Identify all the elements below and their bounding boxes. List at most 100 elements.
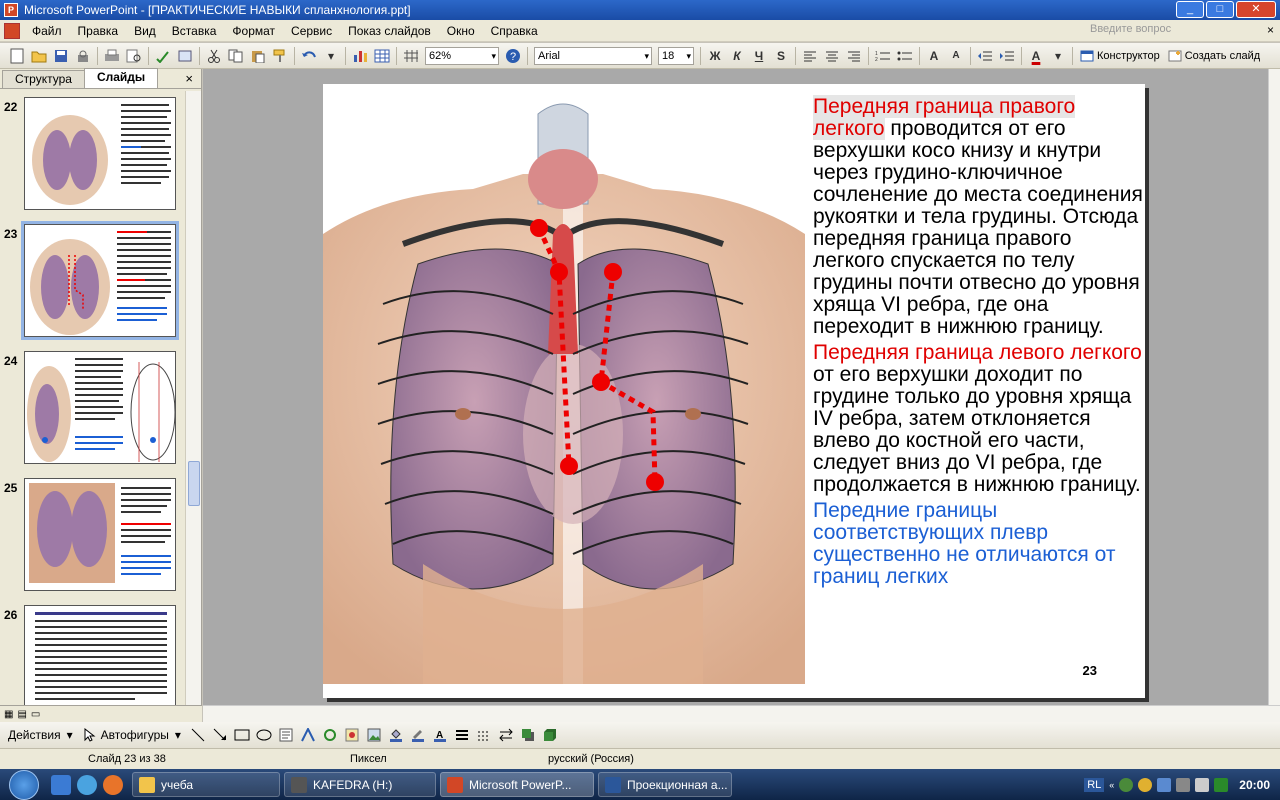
menu-file[interactable]: Файл <box>24 24 70 38</box>
undo-dropdown-icon[interactable]: ▾ <box>322 47 340 65</box>
cut-icon[interactable] <box>205 47 223 65</box>
task-kafedra[interactable]: KAFEDRA (H:) <box>284 772 436 797</box>
slideshow-icon[interactable]: ▭ <box>31 709 40 720</box>
permission-icon[interactable] <box>74 47 92 65</box>
rectangle-icon[interactable] <box>233 726 251 744</box>
panel-close-icon[interactable]: × <box>185 71 193 86</box>
paste-icon[interactable] <box>249 47 267 65</box>
font-size-select[interactable]: 18 <box>658 46 694 65</box>
new-icon[interactable] <box>8 47 26 65</box>
canvas-vertical-scrollbar[interactable] <box>1268 69 1280 705</box>
underline-button[interactable]: Ч <box>750 47 768 65</box>
app-tray-icon[interactable] <box>1214 777 1229 792</box>
spelling-icon[interactable] <box>154 47 172 65</box>
slide-sorter-icon[interactable]: ▤ <box>17 709 26 720</box>
slide-text-box[interactable]: Передняя граница правого легкого проводи… <box>813 95 1143 592</box>
select-pointer-icon[interactable] <box>81 726 99 744</box>
menu-help[interactable]: Справка <box>483 24 546 38</box>
explorer-quicklaunch-icon[interactable] <box>51 774 71 795</box>
shadow-button[interactable]: S <box>772 47 790 65</box>
decrease-indent-icon[interactable] <box>976 47 994 65</box>
print-icon[interactable] <box>103 47 121 65</box>
slide[interactable]: Передняя граница правого легкого проводи… <box>323 84 1145 698</box>
clock[interactable]: 20:00 <box>1239 778 1270 792</box>
textbox-icon[interactable] <box>277 726 295 744</box>
canvas-horizontal-scrollbar[interactable] <box>203 705 1280 722</box>
fill-color-icon[interactable] <box>387 726 405 744</box>
increase-font-button[interactable]: A <box>925 47 943 65</box>
italic-button[interactable]: К <box>728 47 746 65</box>
font-select[interactable]: Arial <box>534 46 652 65</box>
menu-insert[interactable]: Вставка <box>164 24 225 38</box>
align-right-icon[interactable] <box>845 47 863 65</box>
minimize-button[interactable]: _ <box>1176 1 1204 18</box>
font-color-button[interactable]: A <box>1027 47 1045 65</box>
task-ucheba[interactable]: учеба <box>132 772 280 797</box>
slide-thumbnail[interactable] <box>24 351 176 464</box>
decrease-font-button[interactable]: A <box>947 47 965 65</box>
research-icon[interactable] <box>176 47 194 65</box>
slide-thumbnail[interactable] <box>24 605 176 705</box>
wordart-icon[interactable] <box>299 726 317 744</box>
autoshapes-menu[interactable]: Автофигуры <box>101 728 169 742</box>
task-projection[interactable]: Проекционная а... <box>598 772 732 797</box>
increase-indent-icon[interactable] <box>998 47 1016 65</box>
slide-thumbnail[interactable] <box>24 478 176 591</box>
bullets-icon[interactable] <box>896 47 914 65</box>
network-tray-icon[interactable] <box>1157 777 1172 792</box>
tab-outline[interactable]: Структура <box>2 70 85 88</box>
open-icon[interactable] <box>30 47 48 65</box>
arrow-style-icon[interactable] <box>497 726 515 744</box>
thumbnails-scrollbar[interactable] <box>185 91 201 705</box>
align-center-icon[interactable] <box>823 47 841 65</box>
numbering-icon[interactable]: 12 <box>874 47 892 65</box>
picture-icon[interactable] <box>365 726 383 744</box>
slide-thumbnail-active[interactable] <box>21 221 179 340</box>
save-icon[interactable] <box>52 47 70 65</box>
new-slide-button[interactable]: Создать слайд <box>1168 50 1260 62</box>
slide-thumbnail[interactable] <box>24 97 176 210</box>
menu-window[interactable]: Окно <box>439 24 483 38</box>
autoshapes-dropdown-icon[interactable]: ▾ <box>175 728 181 742</box>
start-button[interactable] <box>0 769 48 800</box>
task-powerpoint[interactable]: Microsoft PowerP... <box>440 772 594 797</box>
tray-expand-icon[interactable]: « <box>1109 780 1114 790</box>
shadow-style-icon[interactable] <box>519 726 537 744</box>
dash-style-icon[interactable] <box>475 726 493 744</box>
zoom-select[interactable]: 62% <box>425 46 499 65</box>
oval-icon[interactable] <box>255 726 273 744</box>
ask-question-input[interactable]: Введите вопрос <box>1090 23 1200 39</box>
display-tray-icon[interactable] <box>1176 777 1191 792</box>
diagram-icon[interactable] <box>321 726 339 744</box>
firefox-quicklaunch-icon[interactable] <box>103 774 123 795</box>
update-tray-icon[interactable] <box>1138 777 1153 792</box>
menu-edit[interactable]: Правка <box>70 24 127 38</box>
menu-format[interactable]: Формат <box>224 24 283 38</box>
actions-dropdown-icon[interactable]: ▾ <box>67 728 73 742</box>
volume-tray-icon[interactable] <box>1195 777 1210 792</box>
language-indicator[interactable]: RL <box>1084 777 1105 792</box>
menu-view[interactable]: Вид <box>126 24 164 38</box>
arrow-icon[interactable] <box>211 726 229 744</box>
align-left-icon[interactable] <box>801 47 819 65</box>
insert-table-icon[interactable] <box>373 47 391 65</box>
normal-view-icon[interactable]: ▦ <box>4 709 13 720</box>
3d-style-icon[interactable] <box>541 726 559 744</box>
show-grid-icon[interactable] <box>402 47 420 65</box>
line-color-icon[interactable] <box>409 726 427 744</box>
close-button[interactable]: ✕ <box>1236 1 1276 18</box>
undo-icon[interactable] <box>300 47 318 65</box>
help-icon[interactable]: ? <box>504 47 522 65</box>
close-document-icon[interactable]: × <box>1267 23 1274 37</box>
designer-button[interactable]: Конструктор <box>1080 50 1160 62</box>
maximize-button[interactable]: □ <box>1206 1 1234 18</box>
font-color-draw-icon[interactable]: A <box>431 726 449 744</box>
line-icon[interactable] <box>189 726 207 744</box>
menu-slideshow[interactable]: Показ слайдов <box>340 24 439 38</box>
print-preview-icon[interactable] <box>125 47 143 65</box>
media-player-quicklaunch-icon[interactable] <box>77 774 97 795</box>
menu-tools[interactable]: Сервис <box>283 24 340 38</box>
insert-chart-icon[interactable] <box>351 47 369 65</box>
font-color-dropdown-icon[interactable]: ▾ <box>1049 47 1067 65</box>
actions-menu[interactable]: Действия <box>8 728 61 742</box>
